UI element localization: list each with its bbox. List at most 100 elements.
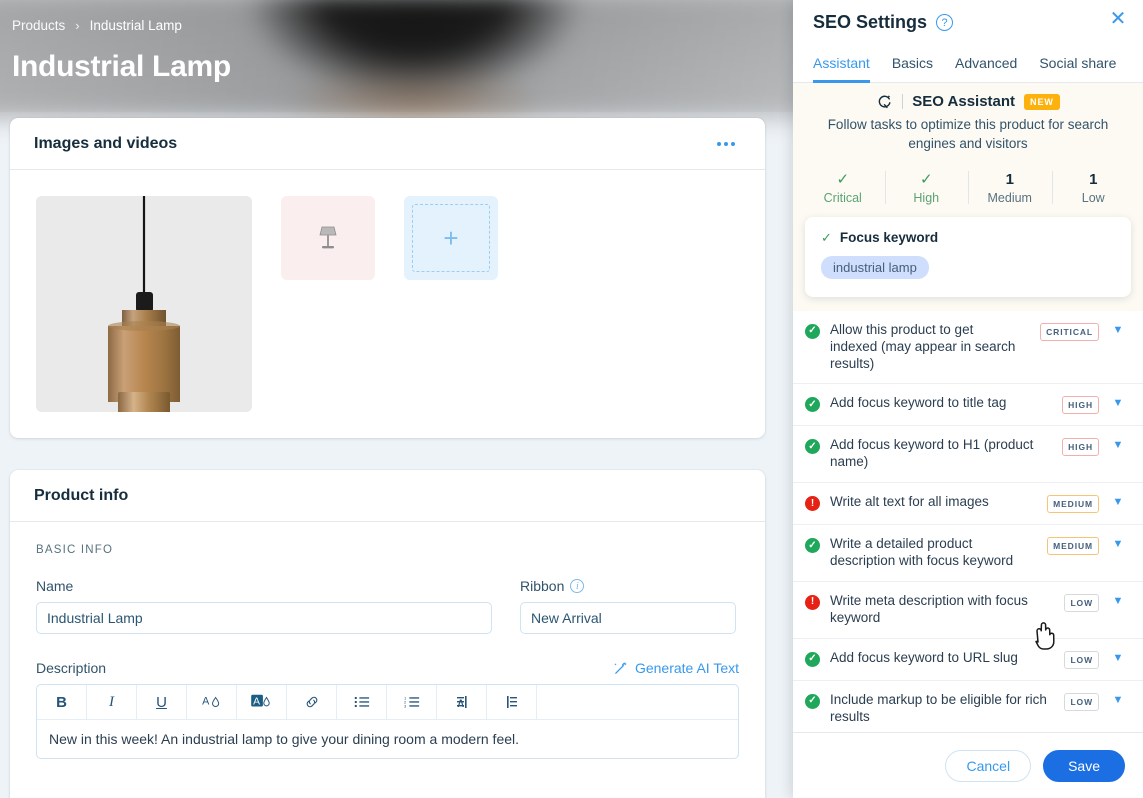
generate-ai-text-label: Generate AI Text	[634, 660, 739, 676]
task-row[interactable]: ✓ Include markup to be eligible for rich…	[793, 681, 1143, 732]
ribbon-input[interactable]	[520, 602, 736, 634]
align-right-button[interactable]: ∧	[437, 685, 487, 719]
description-textarea[interactable]: New in this week! An industrial lamp to …	[37, 720, 738, 758]
save-button[interactable]: Save	[1043, 749, 1125, 782]
focus-keyword-chip[interactable]: industrial lamp	[821, 255, 929, 279]
ribbon-field-group: Ribbon i	[520, 578, 736, 634]
chevron-down-icon[interactable]: ▼	[1109, 324, 1127, 336]
stat-medium-value: 1	[1005, 170, 1014, 188]
numbered-list-icon: 1 2 3	[404, 695, 419, 709]
seo-settings-screen: Products › Industrial Lamp Industrial La…	[0, 0, 1143, 798]
task-text: Write alt text for all images	[830, 494, 989, 510]
text-color-icon: A	[202, 696, 219, 708]
highlight-color-button[interactable]: A	[237, 685, 287, 719]
numbered-list-button[interactable]: 1 2 3	[387, 685, 437, 719]
task-row[interactable]: ✓ Add focus keyword to H1 (product name)…	[793, 426, 1143, 484]
task-text: Allow this product to get indexed (may a…	[830, 321, 1016, 371]
media-thumbnail-main[interactable]	[36, 196, 252, 412]
focus-keyword-label: Focus keyword	[839, 230, 939, 246]
chevron-down-icon[interactable]: ▼	[1109, 439, 1127, 451]
images-and-videos-card: Images and videos +	[10, 118, 765, 438]
task-row[interactable]: ! Write alt text for all images MEDIUM ▼	[793, 483, 1143, 526]
page-title: Industrial Lamp	[12, 50, 231, 83]
stat-critical-label: Critical	[823, 190, 862, 205]
task-text: Add focus keyword to H1 (product name)	[830, 437, 1034, 470]
highlight-color-icon: A	[250, 694, 270, 708]
chevron-down-icon[interactable]: ▼	[1109, 397, 1127, 409]
seo-settings-panel: SEO Settings ? ✕ Assistant Basics Advanc…	[793, 0, 1143, 798]
task-row[interactable]: ✓ Add focus keyword to title tag HIGH ▼	[793, 384, 1143, 427]
task-row[interactable]: ✓ Add focus keyword to URL slug LOW ▼	[793, 639, 1143, 681]
task-row[interactable]: ! Write meta description with focus keyw…	[793, 582, 1143, 639]
stat-low: 1 Low	[1051, 168, 1136, 207]
basic-info-label: BASIC INFO	[36, 544, 114, 556]
cancel-button[interactable]: Cancel	[945, 749, 1032, 782]
chevron-down-icon[interactable]: ▼	[1109, 595, 1127, 607]
chevron-down-icon[interactable]: ▼	[1109, 652, 1127, 664]
check-icon: ✓	[821, 229, 832, 245]
close-icon[interactable]: ✕	[1107, 9, 1129, 31]
check-circle-icon: ✓	[805, 323, 820, 339]
breadcrumb-chevron-icon: ›	[75, 18, 80, 33]
tab-social-share[interactable]: Social share	[1039, 49, 1116, 83]
seo-task-list[interactable]: ✓ Allow this product to get indexed (may…	[793, 311, 1143, 732]
ellipsis-icon[interactable]	[711, 136, 741, 152]
bold-button[interactable]: B	[37, 685, 87, 719]
generate-ai-text-button[interactable]: Generate AI Text	[613, 660, 739, 676]
task-row[interactable]: ✓ Allow this product to get indexed (may…	[793, 311, 1143, 385]
tab-basics[interactable]: Basics	[892, 49, 933, 83]
assistant-title: SEO Assistant	[912, 93, 1016, 110]
add-media-button[interactable]: +	[404, 196, 498, 280]
name-label: Name	[36, 578, 74, 594]
check-circle-icon: ✓	[805, 651, 820, 667]
assistant-summary-section: SEO Assistant NEW Follow tasks to optimi…	[793, 83, 1143, 311]
focus-keyword-card[interactable]: ✓ Focus keyword industrial lamp	[805, 216, 1131, 297]
plus-icon: +	[443, 223, 459, 253]
breadcrumb-current: Industrial Lamp	[89, 18, 182, 33]
stat-high: ✓ High	[884, 168, 969, 207]
svg-text:A: A	[253, 697, 260, 708]
task-row[interactable]: ✓ Write a detailed product description w…	[793, 525, 1143, 582]
severity-badge: LOW	[1064, 593, 1099, 612]
task-text: Add focus keyword to title tag	[830, 395, 1007, 411]
stat-medium: 1 Medium	[968, 168, 1052, 207]
text-color-button[interactable]: A	[187, 685, 237, 719]
tab-advanced[interactable]: Advanced	[955, 49, 1017, 83]
chevron-down-icon[interactable]: ▼	[1109, 496, 1127, 508]
breadcrumb-products-link[interactable]: Products	[12, 18, 65, 33]
refresh-sparkle-icon	[878, 95, 891, 109]
check-circle-icon: ✓	[805, 439, 820, 455]
stat-critical-value: ✓	[836, 170, 850, 188]
magic-wand-icon	[614, 661, 627, 674]
severity-badge: LOW	[1064, 650, 1099, 669]
rich-text-editor: B I U A A 1 2 3 ∧ New in this week! An i…	[36, 684, 739, 759]
title-separator	[902, 94, 904, 109]
panel-title-row: SEO Settings ?	[813, 12, 1123, 33]
media-strip: +	[10, 170, 765, 412]
italic-button[interactable]: I	[87, 685, 137, 719]
new-badge: NEW	[1024, 93, 1060, 110]
breadcrumb: Products › Industrial Lamp	[12, 18, 182, 33]
panel-title: SEO Settings	[813, 12, 928, 32]
product-info-card: Product info BASIC INFO Name Ribbon i De…	[10, 470, 765, 798]
product-info-title: Product info	[34, 486, 129, 504]
chevron-down-icon[interactable]: ▼	[1109, 538, 1127, 550]
stat-medium-label: Medium	[987, 190, 1032, 205]
chevron-down-icon[interactable]: ▼	[1109, 694, 1127, 706]
underline-button[interactable]: U	[137, 685, 187, 719]
media-thumbnail-2[interactable]	[281, 196, 375, 280]
assistant-subtitle: Follow tasks to optimize this product fo…	[827, 117, 1109, 151]
stat-low-label: Low	[1081, 190, 1105, 205]
panel-header: SEO Settings ? ✕	[793, 0, 1143, 33]
tab-assistant[interactable]: Assistant	[813, 49, 870, 83]
info-icon[interactable]: i	[570, 579, 585, 593]
question-mark-icon[interactable]: ?	[936, 14, 954, 31]
bullet-list-button[interactable]	[337, 685, 387, 719]
align-left-button[interactable]	[487, 685, 537, 719]
task-text: Add focus keyword to URL slug	[830, 649, 1018, 665]
panel-footer: Cancel Save	[793, 732, 1143, 798]
severity-badge: MEDIUM	[1047, 495, 1099, 514]
name-input[interactable]	[36, 602, 492, 634]
link-button[interactable]	[287, 685, 337, 719]
error-circle-icon: !	[805, 496, 820, 512]
